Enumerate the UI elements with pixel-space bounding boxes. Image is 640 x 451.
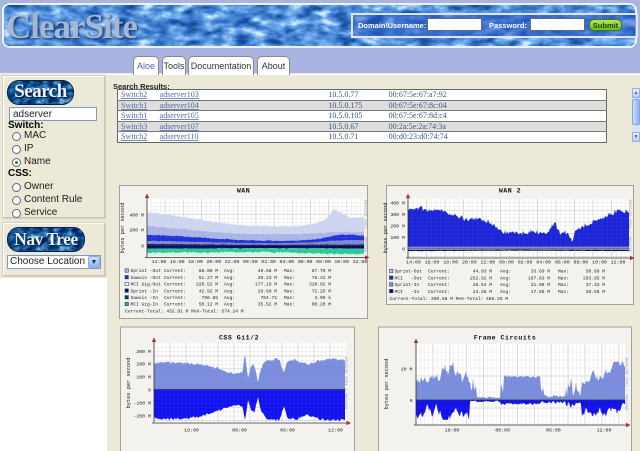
svg-text:06:00: 06:00 bbox=[546, 428, 561, 434]
svg-text:18:00: 18:00 bbox=[445, 428, 460, 434]
svg-text:Frame Circuits: Frame Circuits bbox=[474, 335, 536, 342]
svg-text:10 M: 10 M bbox=[401, 366, 413, 372]
svg-text:0: 0 bbox=[410, 398, 413, 404]
svg-text:RRDTOOL / TOBI OETIKER: RRDTOOL / TOBI OETIKER bbox=[625, 357, 630, 410]
svg-text:00:00: 00:00 bbox=[495, 428, 510, 434]
svg-text:12:00: 12:00 bbox=[597, 428, 612, 434]
svg-text:bytes per second: bytes per second bbox=[384, 359, 390, 410]
